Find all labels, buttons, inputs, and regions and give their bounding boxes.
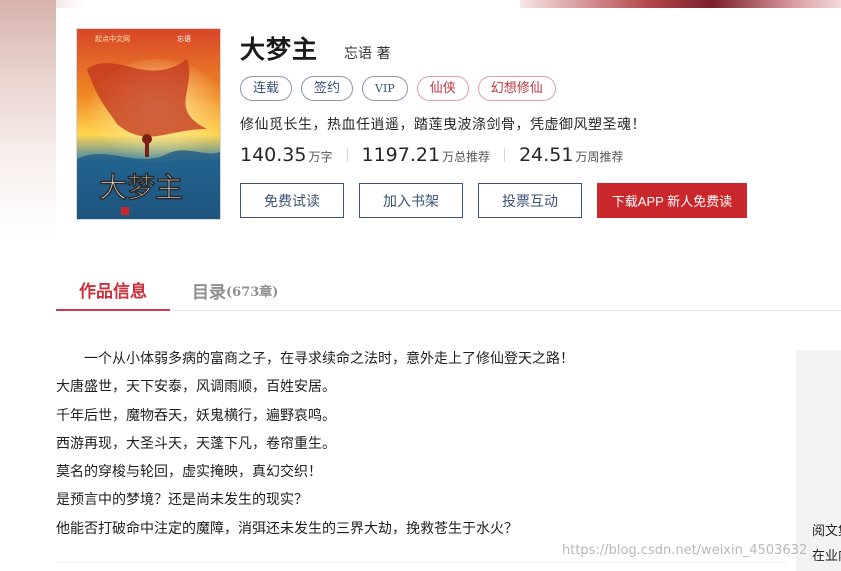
cover-illustration: 起点中文网 忘语 大梦主 (77, 29, 220, 219)
weekly-recommend-unit: 万周推荐 (575, 150, 624, 164)
book-title: 大梦主 (240, 35, 319, 64)
tag-vip[interactable]: VIP (362, 76, 408, 101)
detail-tabs: 作品信息 目录 (673章) (56, 270, 841, 311)
tab-book-info[interactable]: 作品信息 (56, 270, 170, 311)
cover-title-text: 大梦主 (99, 171, 183, 204)
tag-serializing[interactable]: 连载 (240, 76, 293, 101)
book-detail-page: 起点中文网 忘语 大梦主 大梦主 忘语 著 连载 签约 VIP 仙侠 幻想修仙 … (0, 0, 841, 571)
cover-author-text: 忘语 (177, 34, 191, 43)
stats-row: 140.35 万字 1197.21 万总推荐 24.51 万周推荐 (240, 144, 624, 166)
banner-left-art (0, 0, 56, 240)
tag-xianxia[interactable]: 仙侠 (416, 76, 469, 101)
tab-catalog-count: (673章) (226, 285, 279, 300)
side-panel: 阅文集 在业内 (796, 350, 841, 571)
intro-line: 莫名的穿梭与轮回，虚实掩映，真幻交织！ (56, 464, 322, 481)
side-panel-line-1: 阅文集 (812, 524, 841, 539)
download-app-button[interactable]: 下载APP 新人免费读 (597, 183, 747, 218)
tag-fantasy-cultivation[interactable]: 幻想修仙 (477, 76, 556, 101)
intro-line: 他能否打破命中注定的魔障，消弭还未发生的三界大劫，挽救苍生于水火？ (56, 520, 518, 537)
book-info-card: 起点中文网 忘语 大梦主 大梦主 忘语 著 连载 签约 VIP 仙侠 幻想修仙 … (56, 8, 841, 258)
cover-logo-text: 起点中文网 (95, 34, 130, 43)
tag-list: 连载 签约 VIP 仙侠 幻想修仙 (240, 76, 556, 101)
intro-divider (56, 562, 786, 563)
title-row: 大梦主 忘语 著 (240, 30, 390, 66)
tab-book-info-label: 作品信息 (79, 282, 147, 302)
stat-divider (504, 148, 506, 162)
tag-signed[interactable]: 签约 (301, 76, 354, 101)
intro-line: 大唐盛世，天下安泰，风调雨顺，百姓安居。 (56, 379, 336, 396)
vote-button[interactable]: 投票互动 (478, 183, 582, 218)
intro-line: 一个从小体弱多病的富商之子，在寻求续命之法时，意外走上了修仙登天之路！ (84, 351, 574, 367)
action-buttons: 免费试读 加入书架 投票互动 下载APP 新人免费读 (240, 183, 747, 218)
tab-catalog[interactable]: 目录 (673章) (192, 270, 278, 311)
total-recommend-unit: 万总推荐 (442, 150, 491, 164)
weekly-recommend-value: 24.51 (519, 144, 574, 166)
intro-line: 千年后世，魔物吞天，妖鬼横行，遍野哀鸣。 (56, 407, 336, 424)
free-read-button[interactable]: 免费试读 (240, 183, 344, 218)
side-panel-line-2: 在业内 (812, 549, 841, 564)
book-author[interactable]: 忘语 著 (344, 43, 390, 63)
add-to-shelf-button[interactable]: 加入书架 (359, 183, 463, 218)
watermark-text: https://blog.csdn.net/weixin_4503632 (562, 543, 808, 558)
book-tagline: 修仙觅长生，热血任逍遥，踏莲曳波涤剑骨，凭虚御风塑圣魂！ (240, 117, 646, 133)
banner-right-art (520, 0, 841, 8)
total-recommend-value: 1197.21 (361, 144, 441, 166)
intro-line: 是预言中的梦境？还是尚未发生的现实？ (56, 492, 308, 509)
intro-line: 西游再现，大圣斗天，天蓬下凡，卷帘重生。 (56, 435, 336, 452)
book-cover[interactable]: 起点中文网 忘语 大梦主 (76, 28, 221, 220)
stat-divider (346, 148, 348, 162)
tab-catalog-label: 目录 (192, 283, 226, 303)
word-count-unit: 万字 (308, 150, 333, 164)
word-count-value: 140.35 (240, 144, 307, 166)
book-intro: 一个从小体弱多病的富商之子，在寻求续命之法时，意外走上了修仙登天之路！ 大唐盛世… (56, 345, 786, 543)
